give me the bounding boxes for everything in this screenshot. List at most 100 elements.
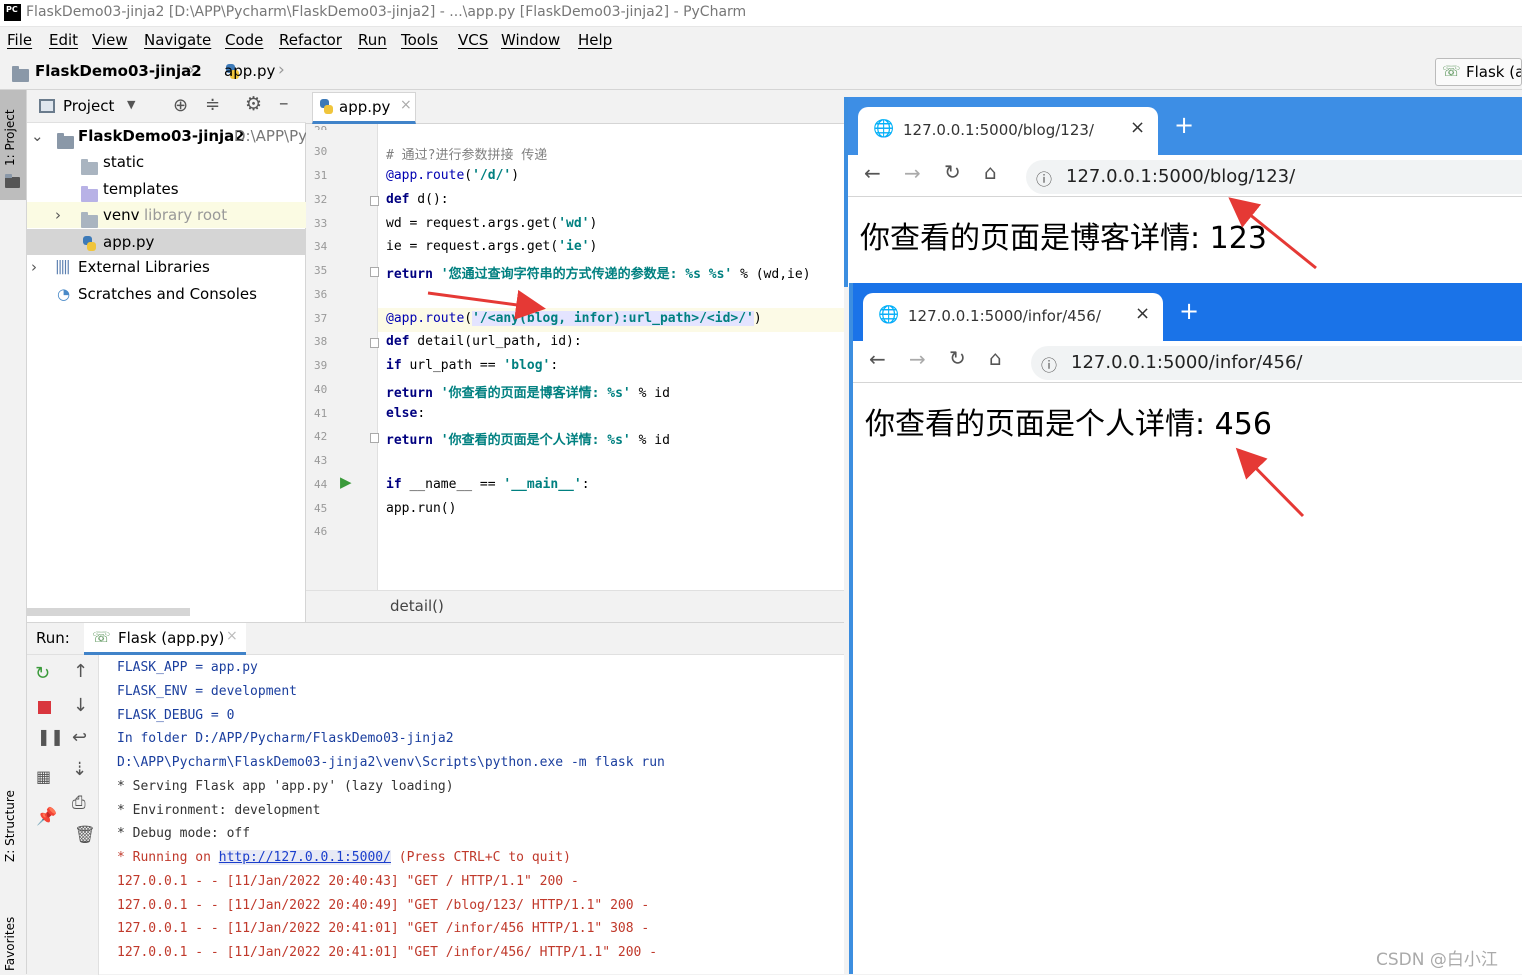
url-text: 127.0.0.1:5000/infor/456/ — [1071, 352, 1303, 373]
reload-icon[interactable]: ↻ — [944, 160, 961, 184]
breadcrumb-project[interactable]: FlaskDemo03-jinja2 — [35, 62, 202, 80]
tree-item-label: venv — [103, 206, 140, 224]
info-icon: ⓘ — [1036, 170, 1053, 189]
forward-icon[interactable]: → — [904, 161, 921, 185]
menu-code[interactable]: Code — [225, 31, 263, 49]
run-label: Run: — [36, 629, 70, 647]
code-line: app.run() — [386, 501, 457, 516]
print-icon[interactable]: ⎙ — [72, 793, 86, 813]
menu-refactor[interactable]: Refactor — [279, 31, 342, 49]
tree-item-app-py[interactable]: app.py — [27, 229, 306, 255]
address-bar[interactable]: ⓘ 127.0.0.1:5000/blog/123/ — [1026, 160, 1522, 194]
locate-icon[interactable]: ⊕ — [173, 95, 188, 116]
run-tab[interactable]: ☏ Flask (app.py) × — [84, 623, 246, 655]
code-line: def d(): — [386, 192, 449, 207]
back-icon[interactable]: ← — [869, 347, 886, 371]
new-tab-icon[interactable]: + — [1179, 297, 1199, 325]
scroll-to-end-icon[interactable]: ⇣ — [72, 759, 87, 780]
watermark: CSDN @白小江 — [1376, 950, 1498, 970]
menu-file[interactable]: File — [7, 31, 32, 49]
layout-icon[interactable]: ▦ — [36, 767, 51, 786]
address-bar[interactable]: ⓘ 127.0.0.1:5000/infor/456/ — [1031, 346, 1522, 380]
folder-icon — [81, 159, 98, 175]
hide-icon[interactable]: – — [279, 92, 289, 114]
chevron-down-icon[interactable]: ⌄ — [31, 123, 44, 149]
menu-window[interactable]: Window — [501, 31, 560, 49]
console-line: FLASK_ENV = development — [117, 684, 298, 699]
console-line: * Environment: development — [117, 803, 321, 818]
run-config-selector[interactable]: ☏ Flask (ap — [1435, 58, 1522, 86]
code-line: else: — [386, 406, 426, 421]
reload-icon[interactable]: ↻ — [949, 346, 966, 370]
structure-tool-tab[interactable]: Z: Structure — [0, 780, 26, 890]
menu-view[interactable]: View — [92, 31, 128, 49]
browser-window-infor: 🌐 127.0.0.1:5000/infor/456/ × + ← → ↻ ⌂ … — [849, 283, 1522, 974]
console-line: * Serving Flask app 'app.py' (lazy loadi… — [117, 779, 454, 794]
chevron-right-icon[interactable]: › — [31, 254, 37, 280]
tab-app-py[interactable]: app.py × — [312, 92, 416, 124]
scroll-up-icon[interactable]: ↑ — [73, 661, 88, 682]
project-panel-header: Project ▼ ⊕ ≑ ⚙ – — [27, 90, 306, 123]
close-icon[interactable]: × — [1135, 303, 1150, 324]
project-panel-title[interactable]: Project — [63, 97, 114, 115]
folder-icon — [81, 186, 98, 202]
code-line: return '你查看的页面是个人详情: %s' % id — [386, 433, 670, 448]
close-icon[interactable]: × — [400, 97, 412, 113]
soft-wrap-icon[interactable]: ↩ — [72, 727, 87, 748]
chevron-down-icon[interactable]: ▼ — [127, 98, 135, 111]
python-file-icon — [82, 236, 97, 252]
project-view-icon — [39, 99, 55, 113]
tree-root-path: D:\APP\Py — [234, 127, 307, 145]
structure-tool-label: Z: Structure — [3, 790, 17, 862]
code-area[interactable]: # 通过?进行参数拼接 传递 @app.route('/d/') def d()… — [306, 124, 844, 590]
stop-icon[interactable] — [38, 701, 51, 714]
tree-item-static[interactable]: static — [27, 149, 306, 175]
horizontal-scrollbar[interactable] — [27, 608, 190, 616]
favorites-tool-tab[interactable]: Favorites — [0, 905, 26, 974]
home-icon[interactable]: ⌂ — [989, 346, 1002, 370]
menu-navigate[interactable]: Navigate — [144, 31, 211, 49]
chevron-right-icon[interactable]: › — [55, 202, 61, 228]
console-line: FLASK_APP = app.py — [117, 660, 258, 675]
pause-icon[interactable]: ❚❚ — [37, 727, 64, 746]
run-tab-label: Flask (app.py) — [118, 629, 225, 647]
collapse-all-icon[interactable]: ≑ — [205, 94, 220, 115]
home-icon[interactable]: ⌂ — [984, 160, 997, 184]
browser-tab-bar: 🌐 127.0.0.1:5000/infor/456/ × + — [853, 283, 1522, 341]
new-tab-icon[interactable]: + — [1174, 111, 1194, 139]
rerun-icon[interactable]: ↻ — [35, 663, 50, 684]
folder-icon — [81, 212, 98, 228]
tree-item-templates[interactable]: templates — [27, 176, 306, 202]
gear-icon[interactable]: ⚙ — [245, 93, 262, 115]
menu-run[interactable]: Run — [358, 31, 387, 49]
pycharm-logo-icon: PC — [4, 4, 21, 21]
scroll-down-icon[interactable]: ↓ — [73, 695, 88, 716]
browser-tab[interactable]: 🌐 127.0.0.1:5000/infor/456/ × — [863, 293, 1163, 341]
forward-icon[interactable]: → — [909, 347, 926, 371]
trash-icon[interactable]: 🗑 — [74, 825, 96, 845]
menu-edit[interactable]: Edit — [49, 31, 78, 49]
chevron-right-icon: › — [278, 60, 285, 80]
menu-help[interactable]: Help — [578, 31, 612, 49]
current-function[interactable]: detail() — [390, 597, 444, 615]
tree-item-scratches[interactable]: ◔ Scratches and Consoles — [27, 281, 306, 307]
back-icon[interactable]: ← — [864, 161, 881, 185]
menu-bar: File Edit View Navigate Code Refactor Ru… — [0, 27, 1522, 54]
code-line: # 通过?进行参数拼接 传递 — [386, 148, 548, 163]
tab-label: app.py — [339, 98, 391, 116]
tree-item-external-libraries[interactable]: › ||||| External Libraries — [27, 254, 306, 280]
close-icon[interactable]: × — [226, 628, 238, 644]
tree-item-venv[interactable]: › venv library root — [27, 202, 306, 228]
tree-root[interactable]: ⌄ FlaskDemo03-jinja2 D:\APP\Py — [27, 123, 307, 149]
folder-icon — [57, 133, 74, 149]
server-link[interactable]: http://127.0.0.1:5000/ — [218, 850, 391, 865]
editor-breadcrumb: detail() — [306, 590, 844, 622]
close-icon[interactable]: × — [1130, 117, 1145, 138]
browser-tab[interactable]: 🌐 127.0.0.1:5000/blog/123/ × — [858, 107, 1158, 155]
pin-icon[interactable]: 📌 — [36, 807, 57, 827]
menu-tools[interactable]: Tools — [401, 31, 438, 49]
menu-vcs[interactable]: VCS — [458, 31, 488, 49]
chevron-right-icon: › — [188, 60, 195, 80]
project-tool-tab[interactable]: 1: Project — [0, 90, 26, 200]
breadcrumb-file[interactable]: app.py — [224, 62, 275, 80]
